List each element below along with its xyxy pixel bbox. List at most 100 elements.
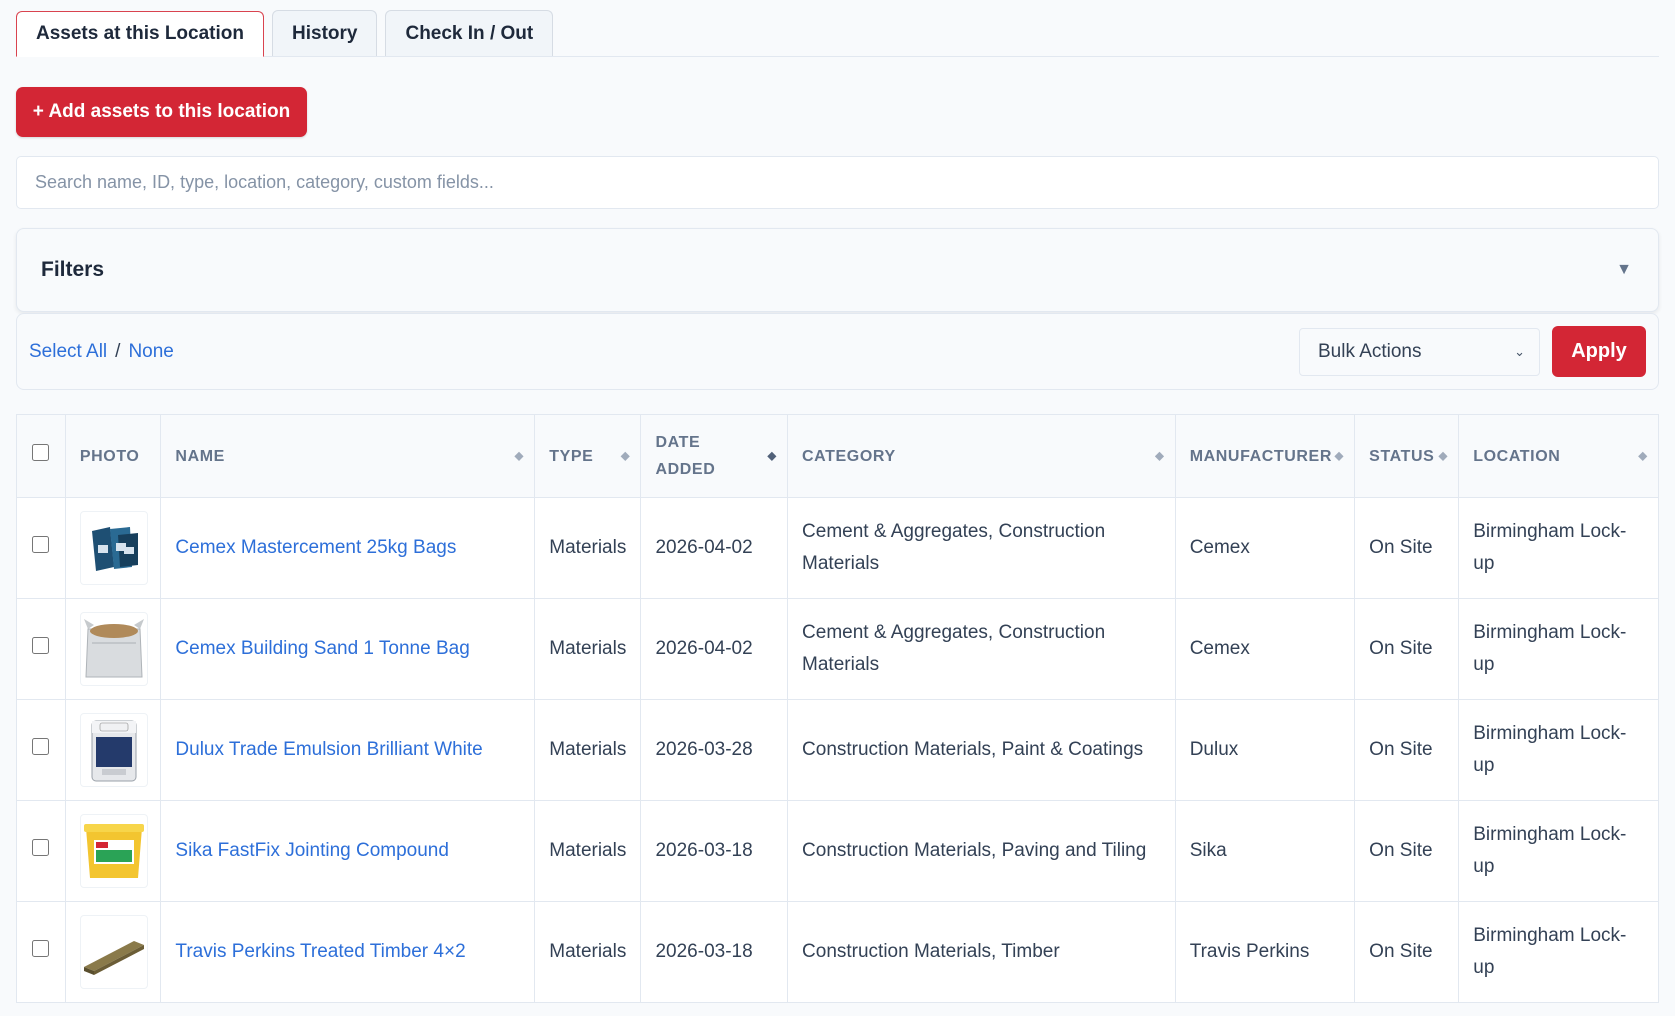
- header-date-label: DATE: [655, 434, 701, 451]
- date-cell: 2026-03-28: [640, 699, 789, 801]
- row-select-cell: [16, 699, 66, 801]
- selection-separator: /: [115, 340, 121, 362]
- row-checkbox[interactable]: [32, 637, 50, 654]
- category-cell: Cement & Aggregates, Construction Materi…: [787, 598, 1176, 700]
- type-cell: Materials: [534, 699, 642, 801]
- paint-tin-photo[interactable]: [79, 713, 148, 787]
- status-cell: On Site: [1354, 699, 1460, 801]
- header-photo-label: PHOTO: [79, 447, 140, 465]
- status-cell: On Site: [1354, 800, 1460, 902]
- table-row[interactable]: Dulux Trade Emulsion Brilliant White Mat…: [16, 699, 1659, 801]
- row-checkbox[interactable]: [32, 536, 50, 553]
- date-cell: 2026-03-18: [640, 901, 789, 1003]
- status-cell: On Site: [1354, 598, 1460, 700]
- row-checkbox[interactable]: [32, 738, 50, 755]
- sand-bag-photo[interactable]: [79, 612, 148, 686]
- type-cell: Materials: [534, 497, 642, 599]
- row-select-cell: [16, 497, 66, 599]
- header-status[interactable]: STATUS ◆: [1354, 414, 1460, 498]
- header-location-label: LOCATION: [1473, 447, 1561, 465]
- status-cell: On Site: [1354, 497, 1460, 599]
- sort-icon[interactable]: ◆: [1155, 443, 1165, 470]
- header-manufacturer[interactable]: MANUFACTURER ◆: [1174, 414, 1356, 498]
- select-none-link[interactable]: None: [128, 341, 173, 362]
- photo-cell: [64, 497, 162, 599]
- photo-cell: [64, 800, 162, 902]
- asset-name-link[interactable]: Travis Perkins Treated Timber 4×2: [160, 901, 536, 1003]
- manufacturer-cell: Sika: [1174, 800, 1356, 902]
- sort-icon[interactable]: ◆: [1334, 443, 1344, 470]
- asset-name-link[interactable]: Cemex Building Sand 1 Tonne Bag: [160, 598, 536, 700]
- sort-icon[interactable]: ◆: [514, 443, 524, 470]
- manufacturer-cell: Travis Perkins: [1174, 901, 1356, 1003]
- type-cell: Materials: [534, 800, 642, 902]
- location-cell: Birmingham Lock-up: [1458, 497, 1659, 599]
- header-photo: PHOTO: [64, 414, 162, 498]
- photo-cell: [64, 901, 162, 1003]
- select-all-checkbox[interactable]: [32, 443, 50, 461]
- asset-name-link[interactable]: Cemex Mastercement 25kg Bags: [160, 497, 536, 599]
- bulk-actions-bar: Select All / None Bulk Actions ⌄ Apply: [16, 313, 1659, 390]
- selection-links: Select All / None: [29, 341, 174, 363]
- asset-name-link[interactable]: Dulux Trade Emulsion Brilliant White: [160, 699, 536, 801]
- filters-title: Filters: [41, 258, 105, 281]
- tab-check-in-out[interactable]: Check In / Out: [385, 10, 554, 56]
- header-name[interactable]: NAME ◆: [160, 414, 536, 498]
- category-cell: Cement & Aggregates, Construction Materi…: [787, 497, 1176, 599]
- location-cell: Birmingham Lock-up: [1458, 598, 1659, 700]
- header-category[interactable]: CATEGORY ◆: [787, 414, 1176, 498]
- manufacturer-cell: Cemex: [1174, 497, 1356, 599]
- table-row[interactable]: Sika FastFix Jointing Compound Materials…: [16, 800, 1659, 902]
- row-select-cell: [16, 901, 66, 1003]
- row-checkbox[interactable]: [32, 940, 50, 957]
- row-checkbox[interactable]: [32, 839, 50, 856]
- cement-bags-photo[interactable]: [79, 511, 148, 585]
- photo-cell: [64, 598, 162, 700]
- filters-panel[interactable]: Filters ▼: [16, 228, 1659, 312]
- date-cell: 2026-04-02: [640, 497, 789, 599]
- header-location[interactable]: LOCATION ◆: [1458, 414, 1659, 498]
- header-date-added[interactable]: DATE ADDED ◆: [640, 414, 789, 498]
- timber-photo[interactable]: [79, 915, 148, 989]
- apply-button[interactable]: Apply: [1552, 326, 1646, 377]
- type-cell: Materials: [534, 598, 642, 700]
- tab-history[interactable]: History: [272, 10, 378, 56]
- header-manufacturer-label: MANUFACTURER: [1189, 447, 1332, 465]
- assets-table: PHOTO NAME ◆ TYPE ◆ DATE ADDED ◆ CATEGORY ◆ M…: [16, 414, 1659, 1003]
- header-added-label: ADDED: [655, 461, 716, 478]
- row-select-cell: [16, 800, 66, 902]
- sort-active-icon[interactable]: ◆: [767, 443, 777, 470]
- header-category-label: CATEGORY: [802, 447, 896, 465]
- bulk-actions-value: Bulk Actions: [1318, 340, 1422, 362]
- date-cell: 2026-03-18: [640, 800, 789, 902]
- compound-tub-photo[interactable]: [79, 814, 148, 888]
- bulk-controls: Bulk Actions ⌄ Apply: [1299, 326, 1646, 377]
- bulk-actions-select[interactable]: Bulk Actions ⌄: [1299, 327, 1540, 376]
- category-cell: Construction Materials, Paving and Tilin…: [787, 800, 1176, 902]
- header-type-label: TYPE: [549, 447, 594, 465]
- header-status-label: STATUS: [1369, 447, 1435, 465]
- category-cell: Construction Materials, Timber: [787, 901, 1176, 1003]
- header-type[interactable]: TYPE ◆: [534, 414, 642, 498]
- tab-bar: Assets at this Location History Check In…: [16, 10, 1659, 57]
- add-assets-button[interactable]: + Add assets to this location: [16, 87, 307, 137]
- type-cell: Materials: [534, 901, 642, 1003]
- sort-icon[interactable]: ◆: [1438, 443, 1448, 470]
- table-row[interactable]: Cemex Building Sand 1 Tonne Bag Material…: [16, 598, 1659, 700]
- date-cell: 2026-04-02: [640, 598, 789, 700]
- sort-icon[interactable]: ◆: [621, 443, 631, 470]
- table-row[interactable]: Cemex Mastercement 25kg Bags Materials 2…: [16, 497, 1659, 599]
- manufacturer-cell: Dulux: [1174, 699, 1356, 801]
- page: Assets at this Location History Check In…: [0, 0, 1675, 1003]
- manufacturer-cell: Cemex: [1174, 598, 1356, 700]
- chevron-down-icon: ⌄: [1514, 343, 1525, 359]
- select-all-link[interactable]: Select All: [29, 341, 107, 362]
- asset-name-link[interactable]: Sika FastFix Jointing Compound: [160, 800, 536, 902]
- caret-down-icon[interactable]: ▼: [1616, 261, 1632, 279]
- search-input[interactable]: [16, 156, 1659, 209]
- table-row[interactable]: Travis Perkins Treated Timber 4×2 Materi…: [16, 901, 1659, 1003]
- photo-cell: [64, 699, 162, 801]
- location-cell: Birmingham Lock-up: [1458, 901, 1659, 1003]
- sort-icon[interactable]: ◆: [1638, 443, 1648, 470]
- tab-assets[interactable]: Assets at this Location: [16, 11, 264, 57]
